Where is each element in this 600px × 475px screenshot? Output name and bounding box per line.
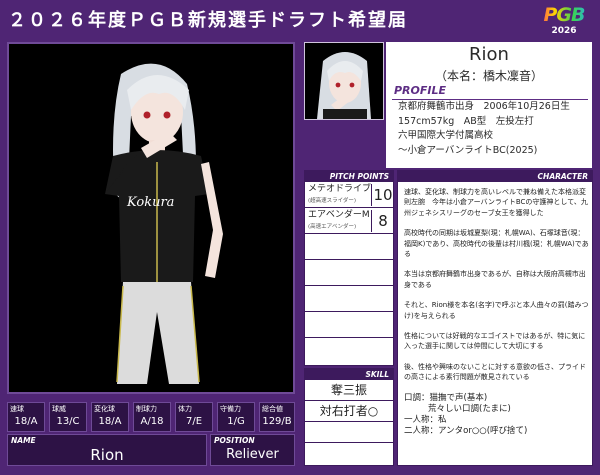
speech-label: 口調：: [404, 392, 430, 403]
pitch-points-panel: PITCH POINTS メテオドライブ (超高速スライダー) 10 エアベンダ…: [304, 170, 394, 366]
profile-label: PROFILE: [394, 84, 447, 97]
pitch-name: メテオドライブ: [308, 184, 372, 194]
first-person-label: 一人称：: [404, 414, 439, 425]
name-value: Rion: [90, 446, 124, 464]
pitch-row-empty: [305, 286, 393, 312]
stat-value: 7/E: [185, 416, 203, 427]
player-real-name: （本名：橋木凜音）: [434, 69, 543, 83]
pitch-subtitle: (高速エアベンダー): [308, 224, 357, 230]
character-description: 速球、変化球、制球力を高いレベルで兼ね備えた本格派変則左腕 今年は小倉アーバンラ…: [404, 187, 590, 437]
stat-label: 変化球: [94, 405, 115, 413]
position-value: Reliever: [226, 447, 279, 462]
position-label: POSITION: [214, 436, 255, 445]
stat-fastball: 速球 18/A: [7, 402, 45, 432]
character-paragraph: 本当は京都府舞鶴市出身であるが、自称は大阪府高槻市出身である: [404, 270, 586, 289]
skill-item: 対右打者○: [305, 401, 393, 422]
first-person-value: 私: [438, 414, 447, 425]
second-person-label: 二人称：: [404, 425, 439, 436]
stat-power: 球威 13/C: [49, 402, 87, 432]
stat-label: 総合値: [262, 405, 283, 413]
stat-overall: 総合値 129/B: [259, 402, 295, 432]
speech-value-alt: 荒々しい口調(たまに): [428, 403, 511, 414]
pitch-name: エアベンダーM: [308, 210, 370, 220]
stat-control: 制球力 A/18: [133, 402, 171, 432]
pitch-row: エアベンダーM (高速エアベンダー) 8: [305, 208, 393, 234]
stat-label: 球威: [52, 405, 66, 413]
skill-item-empty: [305, 422, 393, 443]
second-person-value: アンタor○○(呼び捨て): [438, 425, 528, 436]
stat-stamina: 体力 7/E: [175, 402, 213, 432]
pitch-subtitle: (超高速スライダー): [308, 198, 357, 204]
profile-line-body: 157cm57kg AB型 左投左打: [398, 115, 534, 127]
skill-header: SKILL: [305, 369, 393, 380]
name-label: NAME: [11, 436, 36, 445]
skill-item: 奪三振: [305, 380, 393, 401]
pitch-row-empty: [305, 338, 393, 363]
pitch-row: メテオドライブ (超高速スライダー) 10: [305, 182, 393, 208]
page-title: ２０２６年度ＰＧＢ新規選手ドラフト希望届: [8, 10, 408, 31]
stat-value: 13/C: [56, 416, 80, 427]
skill-item-empty: [305, 443, 393, 463]
stat-breaking: 変化球 18/A: [91, 402, 129, 432]
player-name-heading: Rion: [469, 44, 509, 65]
profile-panel: Rion （本名：橋木凜音） PROFILE 京都府舞鶴市出身 2006年10月…: [386, 42, 592, 168]
player-illustration: Kokura: [105, 63, 223, 384]
logo-year: 2026: [551, 26, 577, 36]
position-box: POSITION Reliever: [210, 434, 295, 466]
pitch-row-empty: [305, 234, 393, 260]
profile-line-team: ～小倉アーバンライトBC(2025): [398, 144, 538, 156]
speech-value: 猫撫で声(基本): [429, 392, 488, 403]
pitch-row-empty: [305, 312, 393, 338]
stat-label: 守備力: [220, 405, 241, 413]
stat-value: 1/G: [227, 416, 245, 427]
player-thumbnail: [304, 42, 384, 120]
profile-details: 京都府舞鶴市出身 2006年10月26日生 157cm57kg AB型 左投左打…: [398, 100, 590, 158]
character-paragraph: 速球、変化球、制球力を高いレベルで兼ね備えた本格派変則左腕 今年は小倉アーバンラ…: [404, 188, 588, 217]
profile-line-origin: 京都府舞鶴市出身 2006年10月26日生: [398, 101, 570, 112]
jersey-lettering: Kokura: [126, 195, 174, 210]
pitch-points-header: PITCH POINTS: [305, 171, 393, 182]
stat-value: 18/A: [14, 416, 38, 427]
face-illustration: [317, 52, 371, 119]
pitch-row-empty: [305, 260, 393, 286]
profile-line-school: 六甲国際大学付属高校: [398, 130, 494, 141]
stat-label: 速球: [10, 405, 24, 413]
stat-value: 18/A: [98, 416, 122, 427]
pgb-logo: PGB 2026: [536, 4, 592, 40]
character-paragraph: 後、性格や興味のないことに対する意欲の低さ、プライドの高さによる素行問題が散見さ…: [404, 362, 586, 382]
stat-value: A/18: [140, 416, 164, 427]
player-photo: Kokura: [7, 42, 295, 394]
speech-style: 口調：猫撫で声(基本) 荒々しい口調(たまに) 一人称：私 二人称：アンタor○…: [404, 393, 590, 437]
character-header: CHARACTER: [398, 171, 592, 182]
logo-text: PGB: [536, 4, 592, 26]
stat-label: 体力: [178, 405, 192, 413]
skill-panel: SKILL 奪三振 対右打者○: [304, 368, 394, 466]
name-box: NAME Rion: [7, 434, 207, 466]
stat-label: 制球力: [136, 405, 157, 413]
pitch-value: 10: [371, 184, 394, 206]
character-paragraph: 高校時代の同期は坂城夏梨(現：札幌WA)、石塚球音(現：福岡K)であり、高校時代…: [404, 229, 589, 259]
pitch-value: 8: [371, 210, 394, 232]
character-panel: CHARACTER 速球、変化球、制球力を高いレベルで兼ね備えた本格派変則左腕 …: [397, 170, 593, 466]
stat-value: 129/B: [262, 416, 292, 427]
character-paragraph: それと、Rion様を本名(名字)で呼ぶと本人曲々の罰(踏みつけ)を与えられる: [404, 301, 589, 320]
character-paragraph: 性格については好戦的なエゴイストではあるが、特に気に入った選手に関しては仲間にし…: [404, 332, 586, 351]
stat-defense: 守備力 1/G: [217, 402, 255, 432]
